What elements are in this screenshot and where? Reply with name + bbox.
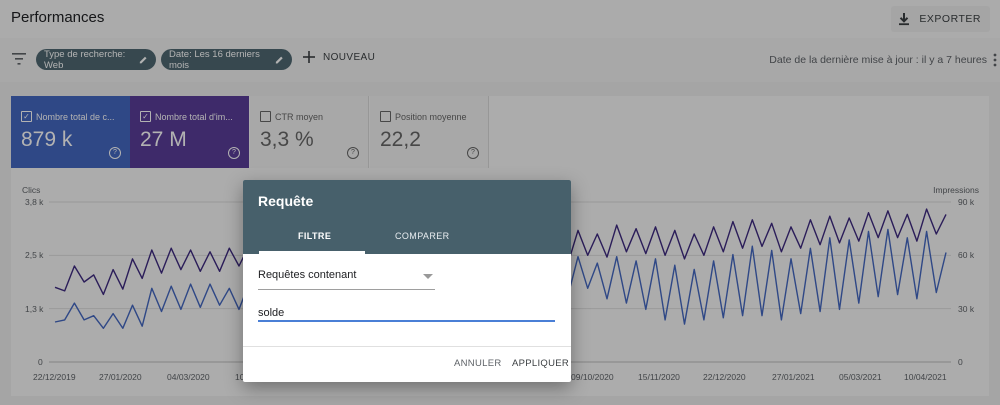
filter-type-select[interactable]: Requêtes contenant bbox=[258, 269, 356, 281]
active-tab-indicator bbox=[259, 251, 365, 254]
select-underline bbox=[258, 289, 435, 290]
tab-filter[interactable]: FILTRE bbox=[298, 231, 331, 241]
dialog-divider bbox=[243, 346, 571, 347]
input-focus-underline bbox=[258, 320, 555, 322]
dropdown-arrow-icon[interactable] bbox=[423, 274, 433, 279]
apply-button[interactable]: APPLIQUER bbox=[512, 358, 569, 369]
tab-compare[interactable]: COMPARER bbox=[395, 231, 450, 241]
dialog-title: Requête bbox=[258, 193, 314, 209]
query-input[interactable]: solde bbox=[258, 307, 284, 319]
cancel-button[interactable]: ANNULER bbox=[454, 358, 502, 369]
dialog-header: Requête FILTRE COMPARER bbox=[243, 180, 571, 254]
query-filter-dialog: Requête FILTRE COMPARER Requêtes contena… bbox=[243, 180, 571, 382]
